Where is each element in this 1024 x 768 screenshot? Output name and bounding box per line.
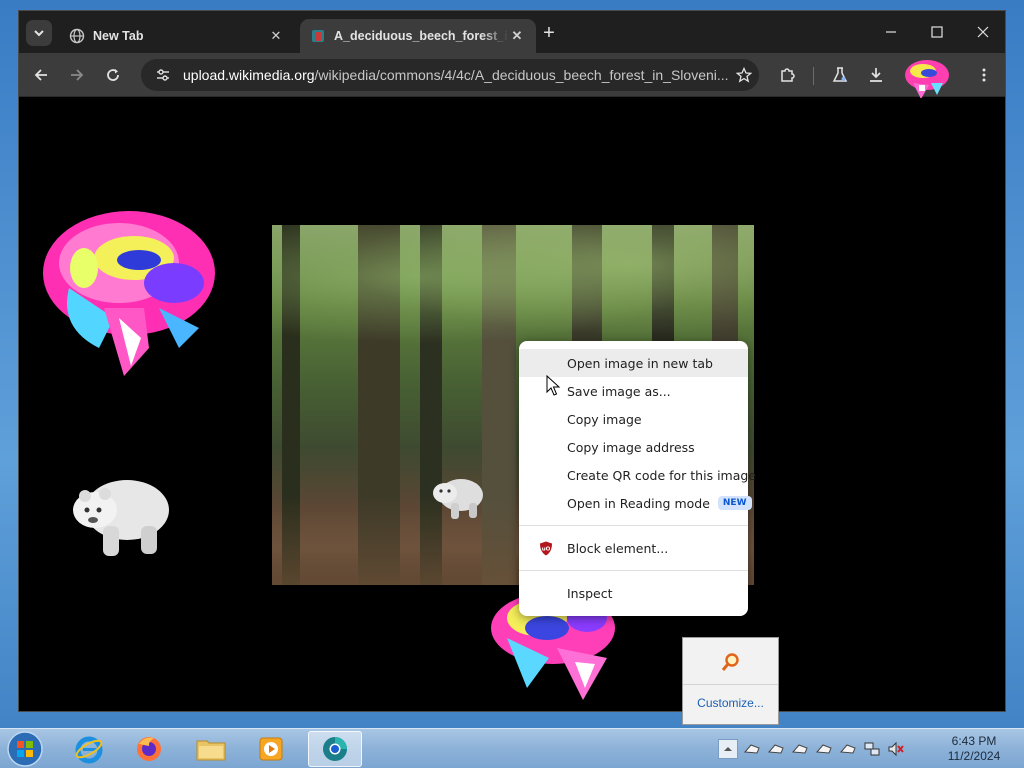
download-icon [870, 68, 882, 82]
taskbar-internet-explorer[interactable] [62, 731, 116, 767]
search-tray-icon[interactable] [721, 652, 741, 672]
close-icon [977, 26, 989, 38]
customize-link[interactable]: Customize... [683, 696, 778, 710]
profile-avatar[interactable] [899, 55, 955, 103]
internet-explorer-icon [75, 736, 103, 764]
polar-bear-small-image [433, 479, 483, 519]
toolbar-separator [813, 67, 814, 85]
url-host: upload.wikimedia.org [183, 67, 315, 83]
network-icon[interactable] [862, 739, 882, 759]
taskbar-firefox[interactable] [122, 731, 176, 767]
downloads-button[interactable] [863, 62, 889, 88]
folder-icon [196, 740, 226, 761]
menu-item-block-element[interactable]: uO Block element... [519, 534, 748, 562]
minimize-icon [886, 31, 896, 33]
browser-toolbar: upload.wikimedia.org/wikipedia/commons/4… [19, 53, 1005, 99]
taskbar: 6:43 PM 11/2/2024 [0, 728, 1024, 768]
tab-close-icon[interactable]: ✕ [508, 28, 526, 44]
tray-app-icon[interactable] [814, 739, 834, 759]
minimize-button[interactable] [868, 19, 914, 45]
forest-canopy [272, 225, 754, 355]
kebab-menu-icon [982, 68, 986, 82]
firefox-icon [137, 737, 161, 761]
start-button[interactable] [4, 729, 46, 768]
url-text[interactable]: upload.wikimedia.org/wikipedia/commons/4… [177, 67, 729, 83]
chrome-beta-icon [323, 737, 347, 761]
back-button[interactable] [28, 62, 54, 88]
tray-app-icon[interactable] [838, 739, 858, 759]
volume-muted-icon[interactable] [886, 739, 906, 759]
chevron-up-icon [724, 747, 732, 751]
maximize-button[interactable] [914, 19, 960, 45]
taskbar-media-player[interactable] [244, 731, 298, 767]
media-player-icon [259, 737, 283, 761]
arrow-left-icon [34, 69, 47, 81]
image-favicon-icon [312, 30, 324, 42]
svg-text:uO: uO [542, 547, 551, 553]
tray-app-icon[interactable] [742, 739, 762, 759]
tray-app-icon[interactable] [790, 739, 810, 759]
tab-strip: New Tab ✕ A_deciduous_beech_forest_in_Sl… [19, 11, 1005, 53]
clock-date: 11/2/2024 [947, 749, 1001, 763]
labs-button[interactable] [827, 62, 853, 88]
reload-icon [107, 69, 119, 81]
new-badge: NEW [717, 496, 752, 510]
menu-item-copy-image[interactable]: Copy image [519, 405, 748, 433]
taskbar-chrome-beta[interactable] [308, 731, 362, 767]
popup-divider [683, 684, 778, 685]
menu-separator [519, 570, 748, 571]
puzzle-icon [781, 68, 795, 82]
ublock-origin-icon: uO [540, 541, 552, 556]
page-viewport: Open image in new tab Save image as... C… [19, 98, 1005, 711]
system-clock[interactable]: 6:43 PM 11/2/2024 [934, 734, 1014, 764]
menu-button[interactable] [971, 62, 997, 88]
menu-item-open-image-new-tab[interactable]: Open image in new tab [519, 349, 748, 377]
psychedelic-head-image [43, 211, 215, 376]
url-path: /wikipedia/commons/4/4c/A_deciduous_beec… [314, 67, 729, 83]
new-tab-button[interactable]: + [539, 23, 559, 43]
tab-beech-forest[interactable]: A_deciduous_beech_forest_in_Slovenia ✕ [300, 19, 536, 53]
menu-item-copy-image-address[interactable]: Copy image address [519, 433, 748, 461]
browser-window: New Tab ✕ A_deciduous_beech_forest_in_Sl… [18, 10, 1006, 712]
forward-button[interactable] [64, 62, 90, 88]
globe-icon [69, 28, 85, 44]
tray-overflow-popup: Customize... [682, 637, 779, 725]
taskbar-file-explorer[interactable] [184, 731, 238, 767]
address-bar[interactable]: upload.wikimedia.org/wikipedia/commons/4… [141, 59, 759, 91]
polar-bear-image [73, 480, 169, 556]
arrow-right-icon [71, 69, 84, 81]
menu-item-create-qr-code[interactable]: Create QR code for this image [519, 461, 756, 489]
system-tray [718, 737, 906, 761]
tab-title: New Tab [93, 29, 144, 43]
clock-time: 6:43 PM [951, 734, 997, 748]
extensions-button[interactable] [775, 62, 801, 88]
mouse-cursor-icon [546, 375, 560, 396]
menu-item-inspect[interactable]: Inspect [519, 579, 748, 607]
tab-new-tab[interactable]: New Tab ✕ [59, 19, 295, 53]
reload-button[interactable] [100, 62, 126, 88]
show-hidden-icons-button[interactable] [718, 739, 738, 759]
menu-separator [519, 525, 748, 526]
tab-close-icon[interactable]: ✕ [267, 28, 285, 44]
bookmark-star-icon[interactable] [729, 67, 759, 83]
site-info-icon[interactable] [149, 67, 177, 83]
tab-search-button[interactable] [26, 20, 52, 46]
tray-app-icon[interactable] [766, 739, 786, 759]
tab-title: A_deciduous_beech_forest_in_Slovenia [334, 29, 508, 43]
close-window-button[interactable] [960, 19, 1006, 45]
maximize-icon [931, 26, 943, 38]
menu-item-open-reading-mode[interactable]: Open in Reading mode NEW [519, 489, 752, 517]
flask-icon [832, 67, 848, 82]
chevron-down-icon [34, 30, 44, 37]
